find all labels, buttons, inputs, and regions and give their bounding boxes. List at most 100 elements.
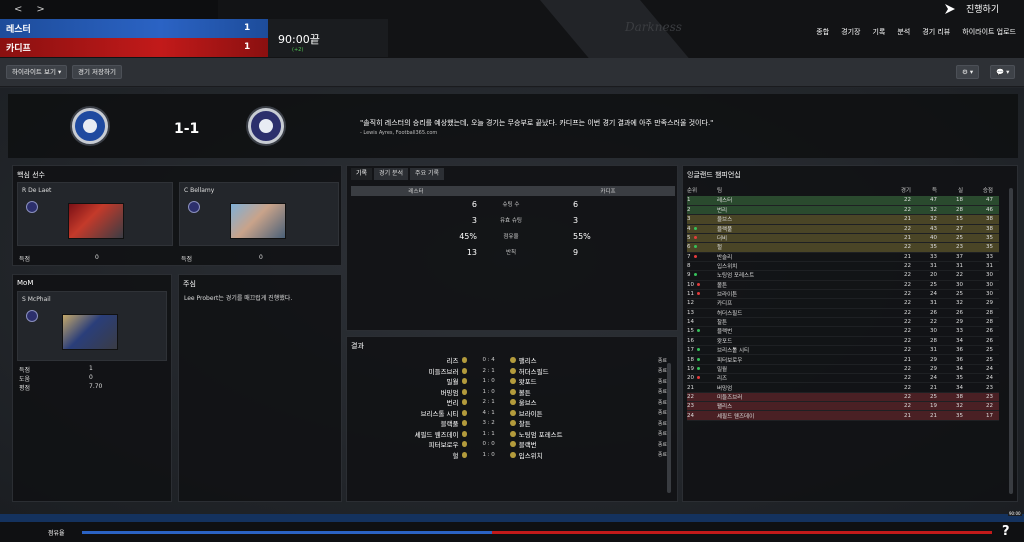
- league-pos-value: 11: [687, 291, 694, 298]
- chat-icon[interactable]: 💬 ▾: [990, 65, 1016, 79]
- league-pos: 18: [687, 354, 717, 365]
- league-row[interactable]: 15 블랙번 22 30 33 26: [687, 326, 999, 337]
- help-icon[interactable]: ?: [1002, 524, 1010, 539]
- result-away-team: 볼튼: [518, 388, 531, 397]
- result-row[interactable]: 피터보로우 0 : 0 블랙번 종료: [351, 439, 667, 450]
- continue-button[interactable]: 진행하기: [944, 2, 999, 15]
- league-row[interactable]: 21 버밍엄 22 21 34 23: [687, 382, 999, 393]
- menu-item-analysis[interactable]: 분석: [897, 27, 910, 37]
- mom-stat-label: 평점: [19, 385, 31, 392]
- result-row[interactable]: 셰필드 웬즈데이 1 : 1 노팅엄 포레스트 종료: [351, 429, 667, 440]
- league-row[interactable]: 24 셰필드 웬즈데이 21 21 35 17: [687, 410, 999, 421]
- league-pos-value: 24: [687, 412, 694, 419]
- result-row[interactable]: 리즈 0 : 4 팰리스 종료: [351, 355, 667, 366]
- league-ga: 26: [943, 308, 969, 318]
- tab-stats[interactable]: 기록: [351, 168, 373, 180]
- league-ga: 32: [943, 401, 969, 412]
- result-status: 종료: [657, 399, 668, 406]
- back-arrow-icon[interactable]: <: [14, 4, 22, 15]
- menu-item-upload[interactable]: 하이라이트 업로드: [962, 27, 1016, 37]
- results-scrollbar[interactable]: [667, 363, 671, 493]
- league-pos-value: 18: [687, 356, 694, 363]
- result-score: 2 : 1: [482, 399, 495, 406]
- mom-stat-value: 0: [89, 374, 93, 381]
- mini-clock: 90:00: [1008, 511, 1022, 516]
- league-row[interactable]: 22 미들즈브러 22 25 38 23: [687, 392, 999, 403]
- league-played: 22: [887, 242, 917, 253]
- result-row[interactable]: 미들즈브러 2 : 1 허더스필드 종료: [351, 366, 667, 377]
- league-scrollbar[interactable]: [1009, 188, 1013, 494]
- league-row[interactable]: 10 볼튼 22 25 30 30: [687, 280, 999, 290]
- away-club-icon: [510, 367, 516, 374]
- league-pos: 21: [687, 382, 717, 393]
- save-match-button[interactable]: 경기 저장하기: [72, 65, 122, 79]
- league-pos-value: 15: [687, 328, 694, 335]
- league-pos-value: 19: [687, 365, 694, 372]
- result-row[interactable]: 버밍엄 1 : 0 볼튼 종료: [351, 387, 667, 398]
- league-row[interactable]: 7 반슬리 21 33 37 33: [687, 252, 999, 262]
- key-player-home-name: R De Laet: [22, 187, 52, 194]
- league-row[interactable]: 6 헐 22 35 23 35: [687, 242, 999, 253]
- result-row[interactable]: 브리스톨 시티 4 : 1 브라이튼 종료: [351, 408, 667, 419]
- league-col-pos: 순위: [687, 188, 698, 194]
- league-pts: 31: [969, 261, 999, 272]
- league-pos: 9: [687, 270, 717, 281]
- key-player-away[interactable]: C Bellamy: [179, 182, 339, 246]
- results-title: 결과: [351, 342, 364, 350]
- league-row[interactable]: 14 찰튼 22 22 29 28: [687, 317, 999, 328]
- league-row[interactable]: 1 레스터 22 47 18 47: [687, 196, 999, 206]
- league-row[interactable]: 12 카디프 22 31 32 29: [687, 298, 999, 309]
- league-pts: 38: [969, 224, 999, 234]
- tab-analysis[interactable]: 경기 분석: [374, 168, 409, 180]
- menu-item-overview[interactable]: 종합: [816, 27, 829, 37]
- position-up-icon: [693, 226, 697, 230]
- league-row[interactable]: 5 더비 21 40 25 35: [687, 233, 999, 244]
- league-gf: 33: [917, 252, 943, 262]
- menu-item-review[interactable]: 경기 리뷰: [922, 27, 950, 37]
- league-gf: 22: [917, 317, 943, 328]
- league-row[interactable]: 13 허더스필드 22 26 26 28: [687, 308, 999, 318]
- league-gf: 35: [917, 242, 943, 253]
- league-row[interactable]: 16 왓포드 22 28 34 26: [687, 336, 999, 347]
- away-crest-icon: [248, 108, 284, 144]
- league-row[interactable]: 2 번리 22 32 28 46: [687, 205, 999, 216]
- menu-item-stadium[interactable]: 경기장: [841, 27, 860, 37]
- result-row[interactable]: 번리 2 : 1 울브스 종료: [351, 397, 667, 408]
- result-row[interactable]: 헐 1 : 0 입스위치 종료: [351, 450, 667, 461]
- league-gf: 47: [917, 196, 943, 206]
- league-row[interactable]: 4 블랙풀 22 43 27 38: [687, 224, 999, 234]
- league-row[interactable]: 17 브리스톨 시티 22 31 36 25: [687, 345, 999, 356]
- league-pos: 5: [687, 233, 717, 244]
- result-row[interactable]: 블랙풀 3 : 2 찰튼 종료: [351, 418, 667, 429]
- mom-card[interactable]: S McPhail: [17, 291, 167, 361]
- league-row[interactable]: 9 노팅엄 포레스트 22 20 22 30: [687, 270, 999, 281]
- position-down-icon: [697, 292, 700, 296]
- league-row[interactable]: 8 입스위치 22 31 31 31: [687, 261, 999, 272]
- menu-item-stats[interactable]: 기록: [872, 27, 885, 37]
- settings-gear-icon[interactable]: ⚙ ▾: [956, 65, 980, 79]
- key-player-home[interactable]: R De Laet: [17, 182, 173, 246]
- league-row[interactable]: 3 울브스 21 32 15 38: [687, 214, 999, 225]
- league-row[interactable]: 11 브라이튼 22 24 25 30: [687, 289, 999, 300]
- league-pts: 25: [969, 354, 999, 365]
- result-row[interactable]: 밀월 1 : 0 왓포드 종료: [351, 376, 667, 387]
- league-col-team: 팀: [717, 188, 723, 194]
- league-row[interactable]: 18 피터보로우 21 29 36 25: [687, 354, 999, 365]
- league-team: 블랙풀: [717, 224, 887, 234]
- position-down-icon: [693, 236, 697, 240]
- results-list: 리즈 0 : 4 팰리스 종료 미들즈브러 2 : 1 허더스필드 종료 밀월 1 : 0 왓포드 종…: [351, 355, 667, 460]
- league-pos-value: 20: [687, 375, 694, 382]
- home-club-icon: [461, 420, 468, 427]
- league-pts: 35: [969, 242, 999, 253]
- league-played: 22: [887, 289, 917, 300]
- result-score: 1 : 0: [482, 388, 495, 395]
- league-ga: 33: [943, 326, 969, 337]
- league-row[interactable]: 23 팰리스 22 19 32 22: [687, 401, 999, 412]
- league-pts: 30: [969, 280, 999, 290]
- league-row[interactable]: 19 밀월 22 29 34 24: [687, 364, 999, 375]
- highlights-dropdown[interactable]: 하이라이트 보기 ▾: [6, 65, 68, 79]
- tab-key-events[interactable]: 주요 기록: [410, 168, 445, 180]
- forward-arrow-icon[interactable]: >: [36, 4, 44, 15]
- league-row[interactable]: 20 리즈 22 24 35 24: [687, 373, 999, 384]
- match-timeline[interactable]: [0, 514, 1024, 522]
